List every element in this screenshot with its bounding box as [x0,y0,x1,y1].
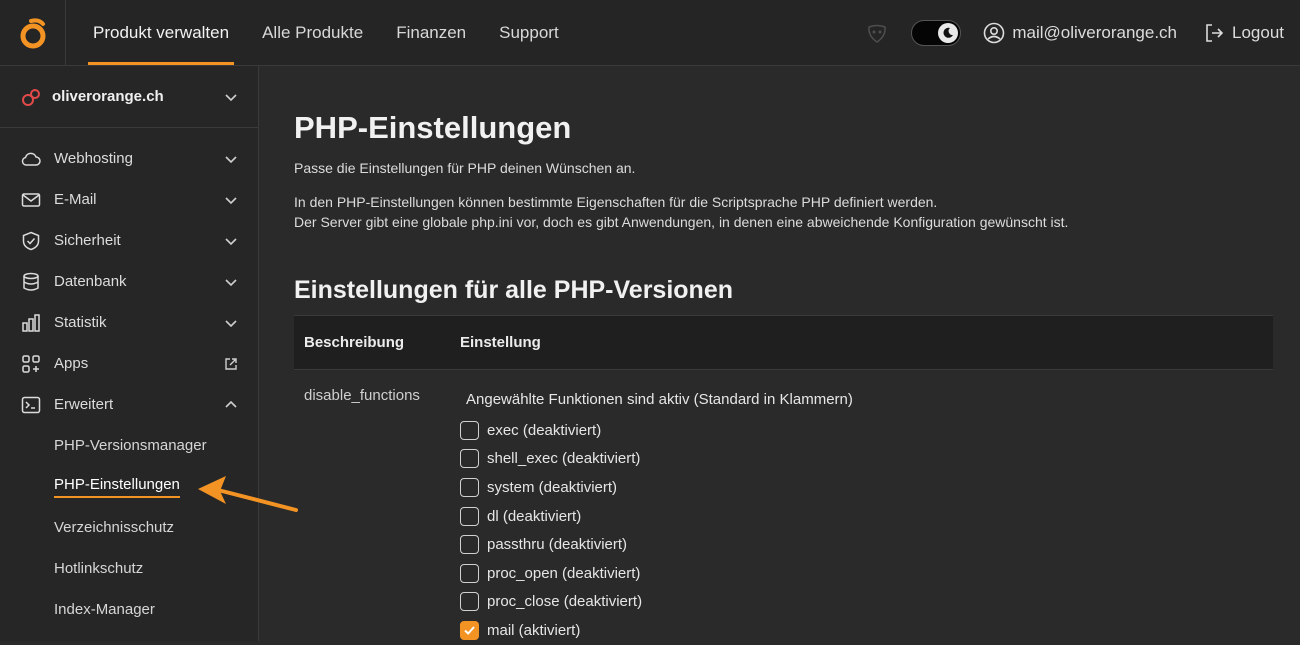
page-title: PHP-Einstellungen [294,110,572,145]
function-checkbox-row[interactable]: system (deaktiviert) [460,473,1273,502]
setting-value: Angewählte Funktionen sind aktiv (Standa… [460,387,1273,645]
cloud-icon [20,148,42,170]
checkbox-label: system (deaktiviert) [487,478,618,496]
chevron-down-icon [225,237,237,245]
sidebar-item-apps[interactable]: Apps [0,343,258,384]
domain-selector[interactable]: oliverorange.ch [0,66,258,128]
function-checkbox-list: exec (deaktiviert) shell_exec (deaktivier… [460,416,1273,645]
sidebar-item-label: Sicherheit [54,232,121,249]
sidebar-item-label: Erweitert [54,396,114,413]
checkbox[interactable] [460,535,479,555]
function-checkbox-row[interactable]: proc_open (deaktiviert) [460,559,1273,588]
chevron-down-icon [225,196,237,204]
user-icon [984,22,1005,43]
nav-support[interactable]: Support [494,0,564,65]
sidebar-subitem-label: Hotlinkschutz [54,560,144,577]
domain-name: oliverorange.ch [52,88,164,105]
orange-logo-icon [20,17,45,48]
sidebar-item-datenbank[interactable]: Datenbank [0,261,258,302]
apps-grid-icon [20,353,42,375]
user-email: mail@oliverorange.ch [1012,22,1177,42]
logout-button[interactable]: Logout [1203,22,1284,44]
table-header: Beschreibung Einstellung [294,315,1273,370]
checkbox[interactable] [460,477,479,497]
section-title: Einstellungen für alle PHP-Versionen [294,276,733,304]
checkmark-icon [464,626,475,635]
sidebar: oliverorange.ch Webhosting E-Mail Sicher… [0,66,259,641]
nav-alle-produkte[interactable]: Alle Produkte [257,0,368,65]
function-checkbox-row[interactable]: exec (deaktiviert) [460,416,1273,445]
sidebar-item-label: Webhosting [54,150,133,167]
function-checkbox-row[interactable]: dl (deaktiviert) [460,502,1273,531]
checkbox-label: proc_open (deaktiviert) [487,564,641,582]
checkbox[interactable] [460,506,479,526]
sidebar-item-label: E-Mail [54,191,97,208]
sidebar-subitem-label: Verzeichnisschutz [54,519,175,536]
main-nav: Produkt verwalten Alle Produkte Finanzen… [66,0,587,65]
halloween-mask-icon[interactable] [865,21,889,45]
sidebar-item-sicherheit[interactable]: Sicherheit [0,220,258,261]
sidebar-subitem-label: PHP-Versionsmanager [54,437,207,454]
dark-mode-toggle[interactable] [911,19,962,46]
checkbox-label: mail (aktiviert) [487,621,581,639]
external-link-icon [225,357,237,370]
chevron-down-icon [225,319,237,327]
chevron-down-icon [225,278,237,286]
checkbox-label: dl (deaktiviert) [487,507,582,525]
mail-icon [20,189,42,211]
sidebar-subitem-hotlinkschutz[interactable]: Hotlinkschutz [0,548,258,589]
checkbox-label: proc_close (deaktiviert) [487,593,643,611]
function-checkbox-row[interactable]: proc_close (deaktiviert) [460,588,1273,617]
chevron-up-icon [225,400,237,408]
checkbox[interactable] [460,563,479,583]
column-header-beschreibung: Beschreibung [304,334,405,351]
logout-label: Logout [1232,22,1284,42]
checkbox-label: passthru (deaktiviert) [487,536,628,554]
sidebar-item-statistik[interactable]: Statistik [0,302,258,343]
sidebar-subitem-label: PHP-Einstellungen [54,476,180,498]
top-navigation-bar: Produkt verwalten Alle Produkte Finanzen… [0,0,1300,66]
checkbox-checked[interactable] [460,620,479,640]
description-line: In den PHP-Einstellungen können bestimmt… [294,194,938,210]
nav-finanzen[interactable]: Finanzen [391,0,471,65]
function-checkbox-row[interactable]: shell_exec (deaktiviert) [460,445,1273,474]
description-line: Der Server gibt eine globale php.ini vor… [294,214,1069,230]
page-lead: Passe die Einstellungen für PHP deinen W… [294,160,636,176]
main-content: PHP-Einstellungen Passe die Einstellunge… [260,66,1300,641]
checkbox[interactable] [460,592,479,612]
bar-chart-icon [20,312,42,334]
sidebar-subitem-index-manager[interactable]: Index-Manager [0,589,258,630]
sidebar-item-email[interactable]: E-Mail [0,179,258,220]
user-account[interactable]: mail@oliverorange.ch [983,22,1177,44]
moon-icon [938,22,959,43]
checkbox-label: shell_exec (deaktiviert) [487,450,641,468]
sidebar-item-webhosting[interactable]: Webhosting [0,138,258,179]
nav-produkt-verwalten[interactable]: Produkt verwalten [88,0,235,65]
shield-icon [20,230,42,252]
setting-hint: Angewählte Funktionen sind aktiv (Standa… [466,391,853,408]
sidebar-item-erweitert[interactable]: Erweitert [0,384,258,425]
checkbox-label: exec (deaktiviert) [487,421,602,439]
chevron-down-icon [225,155,237,163]
sidebar-item-label: Datenbank [54,273,127,290]
terminal-icon [20,394,42,416]
domain-logo-icon [22,88,40,106]
sidebar-item-label: Statistik [54,314,107,331]
checkbox[interactable] [460,420,479,440]
column-header-einstellung: Einstellung [460,334,541,351]
page-description: In den PHP-Einstellungen können bestimmt… [294,192,1300,232]
function-checkbox-row[interactable]: mail (aktiviert) [460,616,1273,645]
sidebar-subitem-php-versionsmanager[interactable]: PHP-Versionsmanager [0,425,258,466]
function-checkbox-row[interactable]: passthru (deaktiviert) [460,530,1273,559]
chevron-down-icon [225,93,237,101]
sidebar-subitem-label: Index-Manager [54,601,155,618]
setting-name: disable_functions [304,387,420,404]
table-row: disable_functions Angewählte Funktionen … [294,370,1273,645]
checkbox[interactable] [460,449,479,469]
database-icon [20,271,42,293]
brand-logo[interactable] [0,0,66,65]
sidebar-item-label: Apps [54,355,89,372]
logout-icon [1206,23,1224,42]
